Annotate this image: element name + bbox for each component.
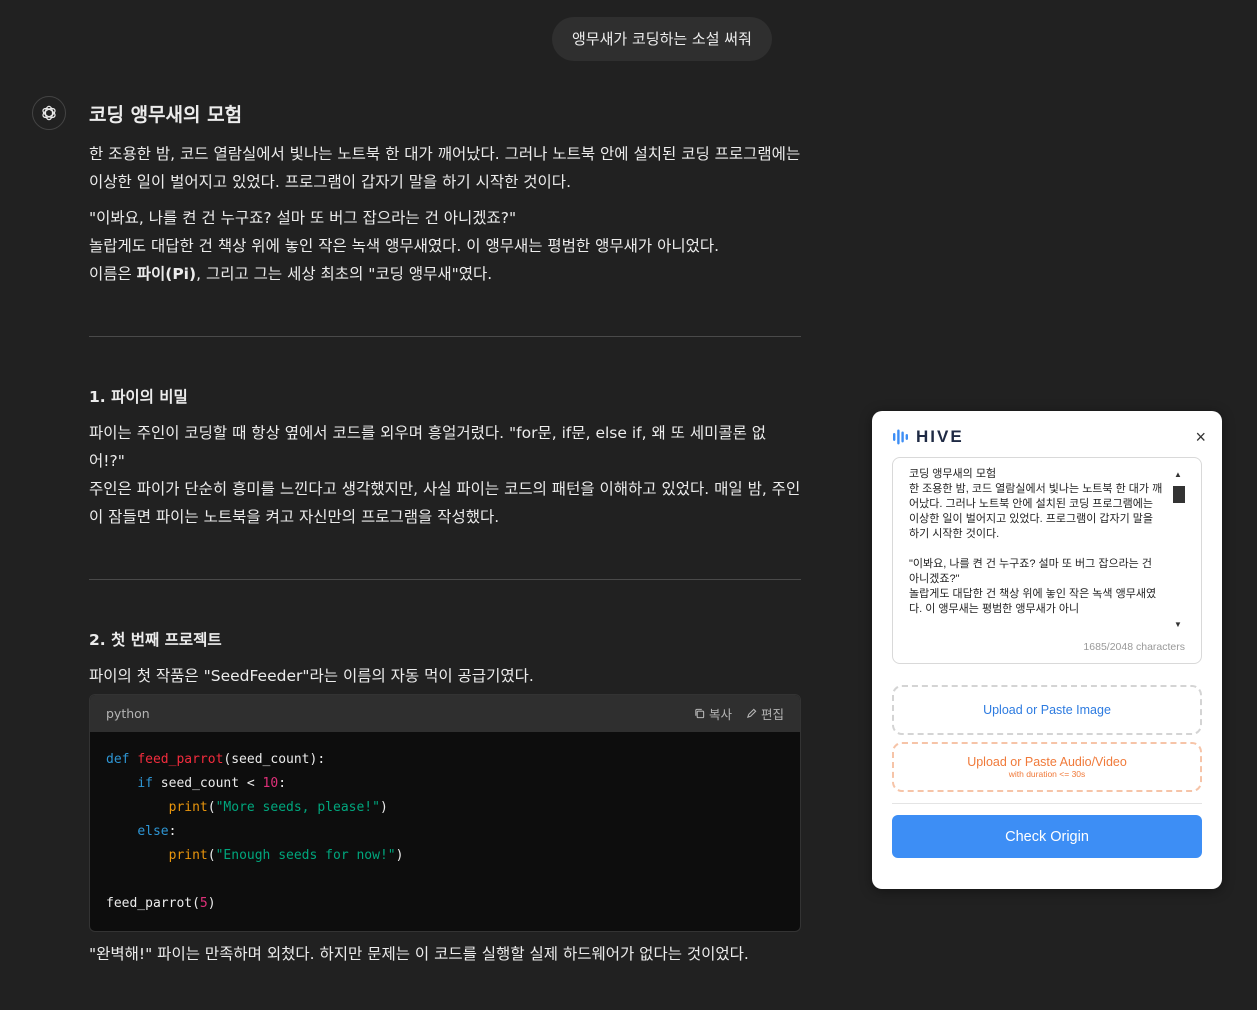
hive-text-scrollbar[interactable]: ▲ ▼ bbox=[1173, 470, 1185, 630]
assistant-answer: 코딩 앵무새의 모험 한 조용한 밤, 코드 열람실에서 빛나는 노트북 한 대… bbox=[89, 100, 801, 690]
check-origin-button[interactable]: Check Origin bbox=[892, 815, 1202, 858]
hive-divider bbox=[892, 803, 1202, 804]
edit-pencil-icon bbox=[746, 708, 757, 719]
openai-logo-icon bbox=[42, 105, 56, 121]
intro-paragraph: 한 조용한 밤, 코드 열람실에서 빛나는 노트북 한 대가 깨어났다. 그러나… bbox=[89, 145, 801, 191]
hive-brand-name: HIVE bbox=[916, 427, 964, 446]
code-content: def feed_parrot(seed_count): if seed_cou… bbox=[106, 752, 404, 911]
after-code-paragraph: "완벽해!" 파이는 만족하며 외쳤다. 하지만 문제는 이 코드를 실행할 실… bbox=[89, 945, 749, 963]
section-2-title: 2. 첫 번째 프로젝트 bbox=[89, 631, 222, 649]
copy-icon bbox=[695, 708, 705, 719]
code-block-header: python 복사 편집 bbox=[90, 695, 800, 732]
section-1-title: 1. 파이의 비밀 bbox=[89, 388, 188, 406]
character-count: 1685/2048 characters bbox=[1083, 641, 1185, 653]
assistant-avatar bbox=[32, 96, 66, 130]
user-message-bubble: 앵무새가 코딩하는 소설 써줘 bbox=[552, 17, 772, 61]
hive-panel: HIVE × 코딩 앵무새의 모험 한 조용한 밤, 코드 열람실에서 빛나는 … bbox=[872, 411, 1222, 889]
parrot-name: 파이(Pi) bbox=[136, 265, 197, 283]
story-title: 코딩 앵무새의 모험 bbox=[89, 104, 243, 126]
close-icon[interactable]: × bbox=[1195, 428, 1206, 446]
intro-paragraph-3: 이름은 파이(Pi), 그리고 그는 세상 최초의 "코딩 앵무새"였다. bbox=[89, 265, 493, 283]
upload-audio-video-label: Upload or Paste Audio/Video bbox=[967, 755, 1127, 769]
code-language-label: python bbox=[106, 706, 150, 721]
chat-page: 앵무새가 코딩하는 소설 써줘 코딩 앵무새의 모험 한 조용한 밤, 코드 열… bbox=[0, 0, 1257, 1010]
intro-quote: "이봐요, 나를 켠 건 누구죠? 설마 또 버그 잡으라는 건 아니겠죠?" bbox=[89, 209, 517, 227]
edit-code-button[interactable]: 편집 bbox=[746, 704, 784, 723]
copy-code-button[interactable]: 복사 bbox=[694, 704, 732, 723]
hive-header: HIVE × bbox=[892, 425, 1206, 449]
scroll-thumb[interactable] bbox=[1173, 486, 1185, 503]
hive-text-value[interactable]: 코딩 앵무새의 모험 한 조용한 밤, 코드 열람실에서 빛나는 노트북 한 대… bbox=[909, 467, 1165, 632]
hive-text-input[interactable]: 코딩 앵무새의 모험 한 조용한 밤, 코드 열람실에서 빛나는 노트북 한 대… bbox=[892, 457, 1202, 664]
scroll-up-arrow-icon[interactable]: ▲ bbox=[1173, 470, 1183, 480]
section-2-paragraph: 파이의 첫 작품은 "SeedFeeder"라는 이름의 자동 먹이 공급기였다… bbox=[89, 667, 534, 685]
hive-bars-icon bbox=[893, 429, 908, 445]
section-1-paragraph-2: 주인은 파이가 단순히 흥미를 느낀다고 생각했지만, 사실 파이는 코드의 패… bbox=[89, 480, 801, 526]
scroll-down-arrow-icon[interactable]: ▼ bbox=[1173, 620, 1183, 630]
code-block: python 복사 편집 def feed_parrot(seed_count)… bbox=[89, 694, 801, 932]
upload-image-label: Upload or Paste Image bbox=[983, 703, 1111, 717]
intro-paragraph-2: 놀랍게도 대답한 건 책상 위에 놓인 작은 녹색 앵무새였다. 이 앵무새는 … bbox=[89, 237, 720, 255]
upload-image-button[interactable]: Upload or Paste Image bbox=[892, 685, 1202, 735]
section-1-paragraph: 파이는 주인이 코딩할 때 항상 옆에서 코드를 외우며 흥얼거렸다. "for… bbox=[89, 424, 767, 470]
upload-audio-video-button[interactable]: Upload or Paste Audio/Video with duratio… bbox=[892, 742, 1202, 792]
upload-duration-hint: with duration <= 30s bbox=[1008, 769, 1086, 779]
hive-logo: HIVE bbox=[892, 427, 964, 447]
